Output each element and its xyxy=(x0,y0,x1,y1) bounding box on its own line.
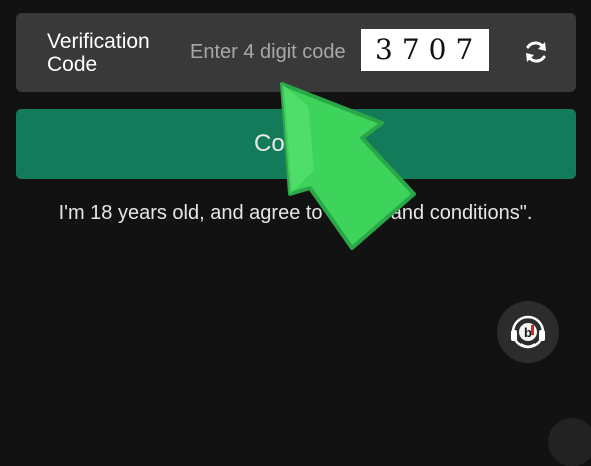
svg-text:b: b xyxy=(524,325,532,340)
headset-support-icon: b xyxy=(511,315,545,349)
verification-code-input[interactable] xyxy=(188,33,370,71)
age-terms-agreement-text: I'm 18 years old, and agree to "terms an… xyxy=(58,202,533,224)
captcha-image[interactable]: 3707 xyxy=(361,29,489,71)
refresh-captcha-button[interactable] xyxy=(522,38,550,66)
floating-corner-bubble[interactable] xyxy=(548,418,591,466)
confirm-button[interactable]: Confirm xyxy=(16,109,576,179)
verification-code-label: Verification Code xyxy=(47,30,150,76)
refresh-icon xyxy=(526,41,546,63)
customer-support-button[interactable]: b xyxy=(497,301,559,363)
verification-row: Verification Code 3707 xyxy=(16,13,576,92)
